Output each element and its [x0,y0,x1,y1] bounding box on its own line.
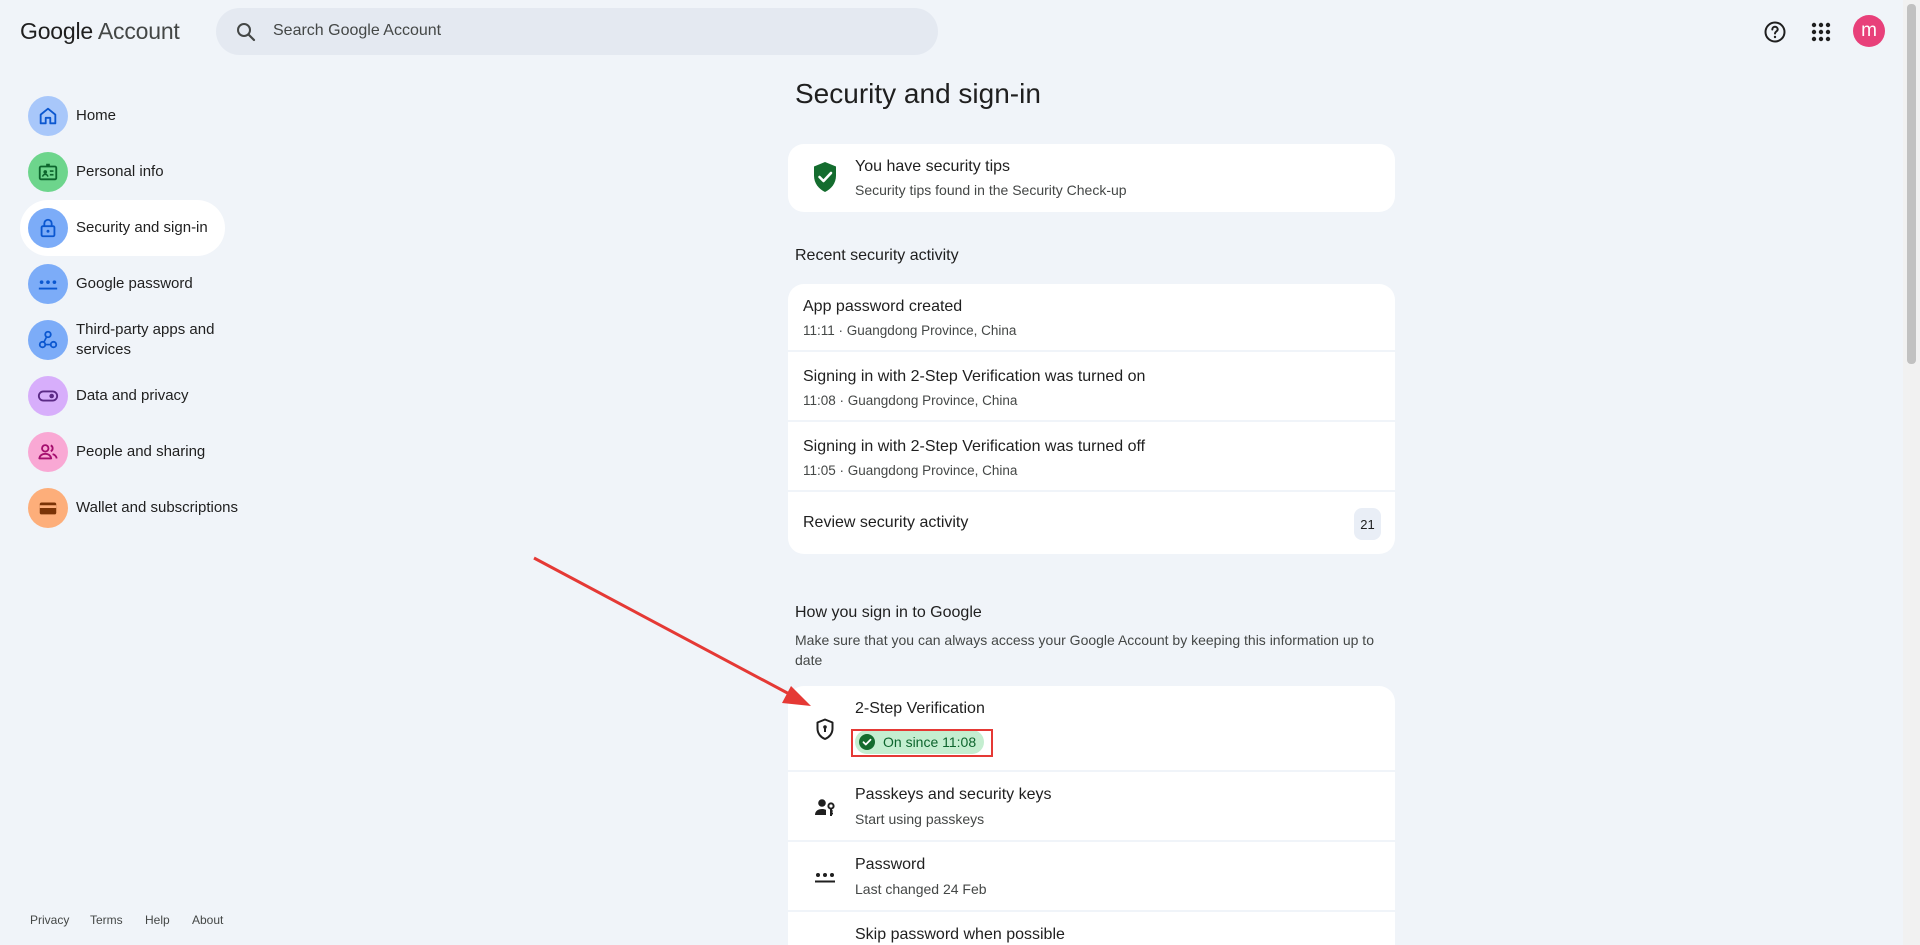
lock-icon [28,208,68,248]
page-title: Security and sign-in [795,78,1041,109]
search-input[interactable]: Search Google Account [273,22,441,40]
sign-in-methods-card: 2-Step Verification On since 11:08 Passk… [788,686,1395,945]
id-card-icon [28,152,68,192]
help-icon[interactable] [1761,18,1789,46]
activity-detail: 11:11 · Guangdong Province, China [803,323,1017,338]
scrollbar-thumb[interactable] [1907,4,1916,364]
sidebar-item-label: Wallet and subscriptions [76,499,239,516]
footer-privacy-link[interactable]: Privacy [30,913,69,927]
sidebar-item-label: Personal info [76,163,164,180]
sidebar-item-label: Google password [76,275,193,292]
avatar[interactable]: m [1853,15,1885,47]
security-tips-card[interactable]: You have security tips Security tips fou… [788,144,1395,212]
footer-about-link[interactable]: About [192,913,223,927]
activity-row[interactable]: Signing in with 2-Step Verification was … [788,424,1395,492]
passkeys-title: Passkeys and security keys [855,786,1052,803]
sidebar-item-security[interactable]: Security and sign-in [20,200,225,256]
password-row[interactable]: Password Last changed 24 Feb [788,842,1395,912]
review-security-activity-label: Review security activity [803,514,969,531]
security-tips-title: You have security tips [855,158,1011,175]
connected-apps-icon [28,320,68,360]
how-you-sign-in-heading: How you sign in to Google [795,604,982,621]
annotation-highlight-box [851,729,993,757]
activity-row[interactable]: App password created 11:11 · Guangdong P… [788,284,1395,352]
password-dots-icon [28,264,68,304]
toggle-icon [28,376,68,416]
shield-icon [816,718,834,740]
activity-count-badge: 21 [1354,508,1381,540]
shield-check-icon [814,162,836,192]
footer-terms-link[interactable]: Terms [90,913,123,927]
two-step-verification-title: 2-Step Verification [855,700,985,717]
activity-title: Signing in with 2-Step Verification was … [803,368,1146,385]
google-account-logo[interactable]: Google Account [20,18,180,45]
recent-activity-card: App password created 11:11 · Guangdong P… [788,284,1395,554]
activity-row[interactable]: Signing in with 2-Step Verification was … [788,354,1395,422]
password-title: Password [855,856,926,873]
sidebar-item-data-privacy[interactable]: Data and privacy [20,368,189,424]
sidebar-item-label: Home [76,107,117,124]
skip-password-row[interactable]: Skip password when possible [788,912,1395,945]
passkey-icon [815,799,835,816]
password-detail: Last changed 24 Feb [855,881,987,897]
apps-grid-icon[interactable] [1807,18,1835,46]
skip-password-title: Skip password when possible [855,926,1065,943]
recent-activity-heading: Recent security activity [795,247,959,264]
passkeys-row[interactable]: Passkeys and security keys Start using p… [788,772,1395,842]
footer-help-link[interactable]: Help [145,913,170,927]
page-scrollbar[interactable] [1903,0,1920,945]
wallet-icon [28,488,68,528]
sidebar-item-google-password[interactable]: Google password [20,256,193,312]
activity-detail: 11:05 · Guangdong Province, China [803,463,1018,478]
security-tips-subtitle: Security tips found in the Security Chec… [855,182,1127,198]
sidebar-item-label: Security and sign-in [76,219,208,236]
people-icon [28,432,68,472]
activity-title: App password created [803,298,963,315]
search-icon[interactable] [234,20,258,44]
password-dots-icon [815,873,835,883]
search-bar[interactable]: Search Google Account [216,8,938,55]
sidebar-item-label: Data and privacy [76,387,189,404]
review-security-activity-link[interactable]: Review security activity 21 [788,494,1395,554]
sidebar-item-wallet[interactable]: Wallet and subscriptions [20,480,238,536]
top-bar: Google Account Search Google Account m [0,0,1900,64]
how-you-sign-in-description: Make sure that you can always access you… [795,632,1374,668]
sidebar-item-people-sharing[interactable]: People and sharing [20,424,205,480]
sidebar-item-home[interactable]: Home [20,88,116,144]
activity-detail: 11:08 · Guangdong Province, China [803,393,1018,408]
activity-title: Signing in with 2-Step Verification was … [803,438,1146,455]
sidebar-item-third-party-apps[interactable]: Third-party apps and services [20,312,226,368]
home-icon [28,96,68,136]
sidebar-item-label: People and sharing [76,443,206,460]
sidebar-item-label: Third-party apps and services [76,321,215,358]
passkeys-detail: Start using passkeys [855,811,985,827]
sidebar-item-personal-info[interactable]: Personal info [20,144,164,200]
